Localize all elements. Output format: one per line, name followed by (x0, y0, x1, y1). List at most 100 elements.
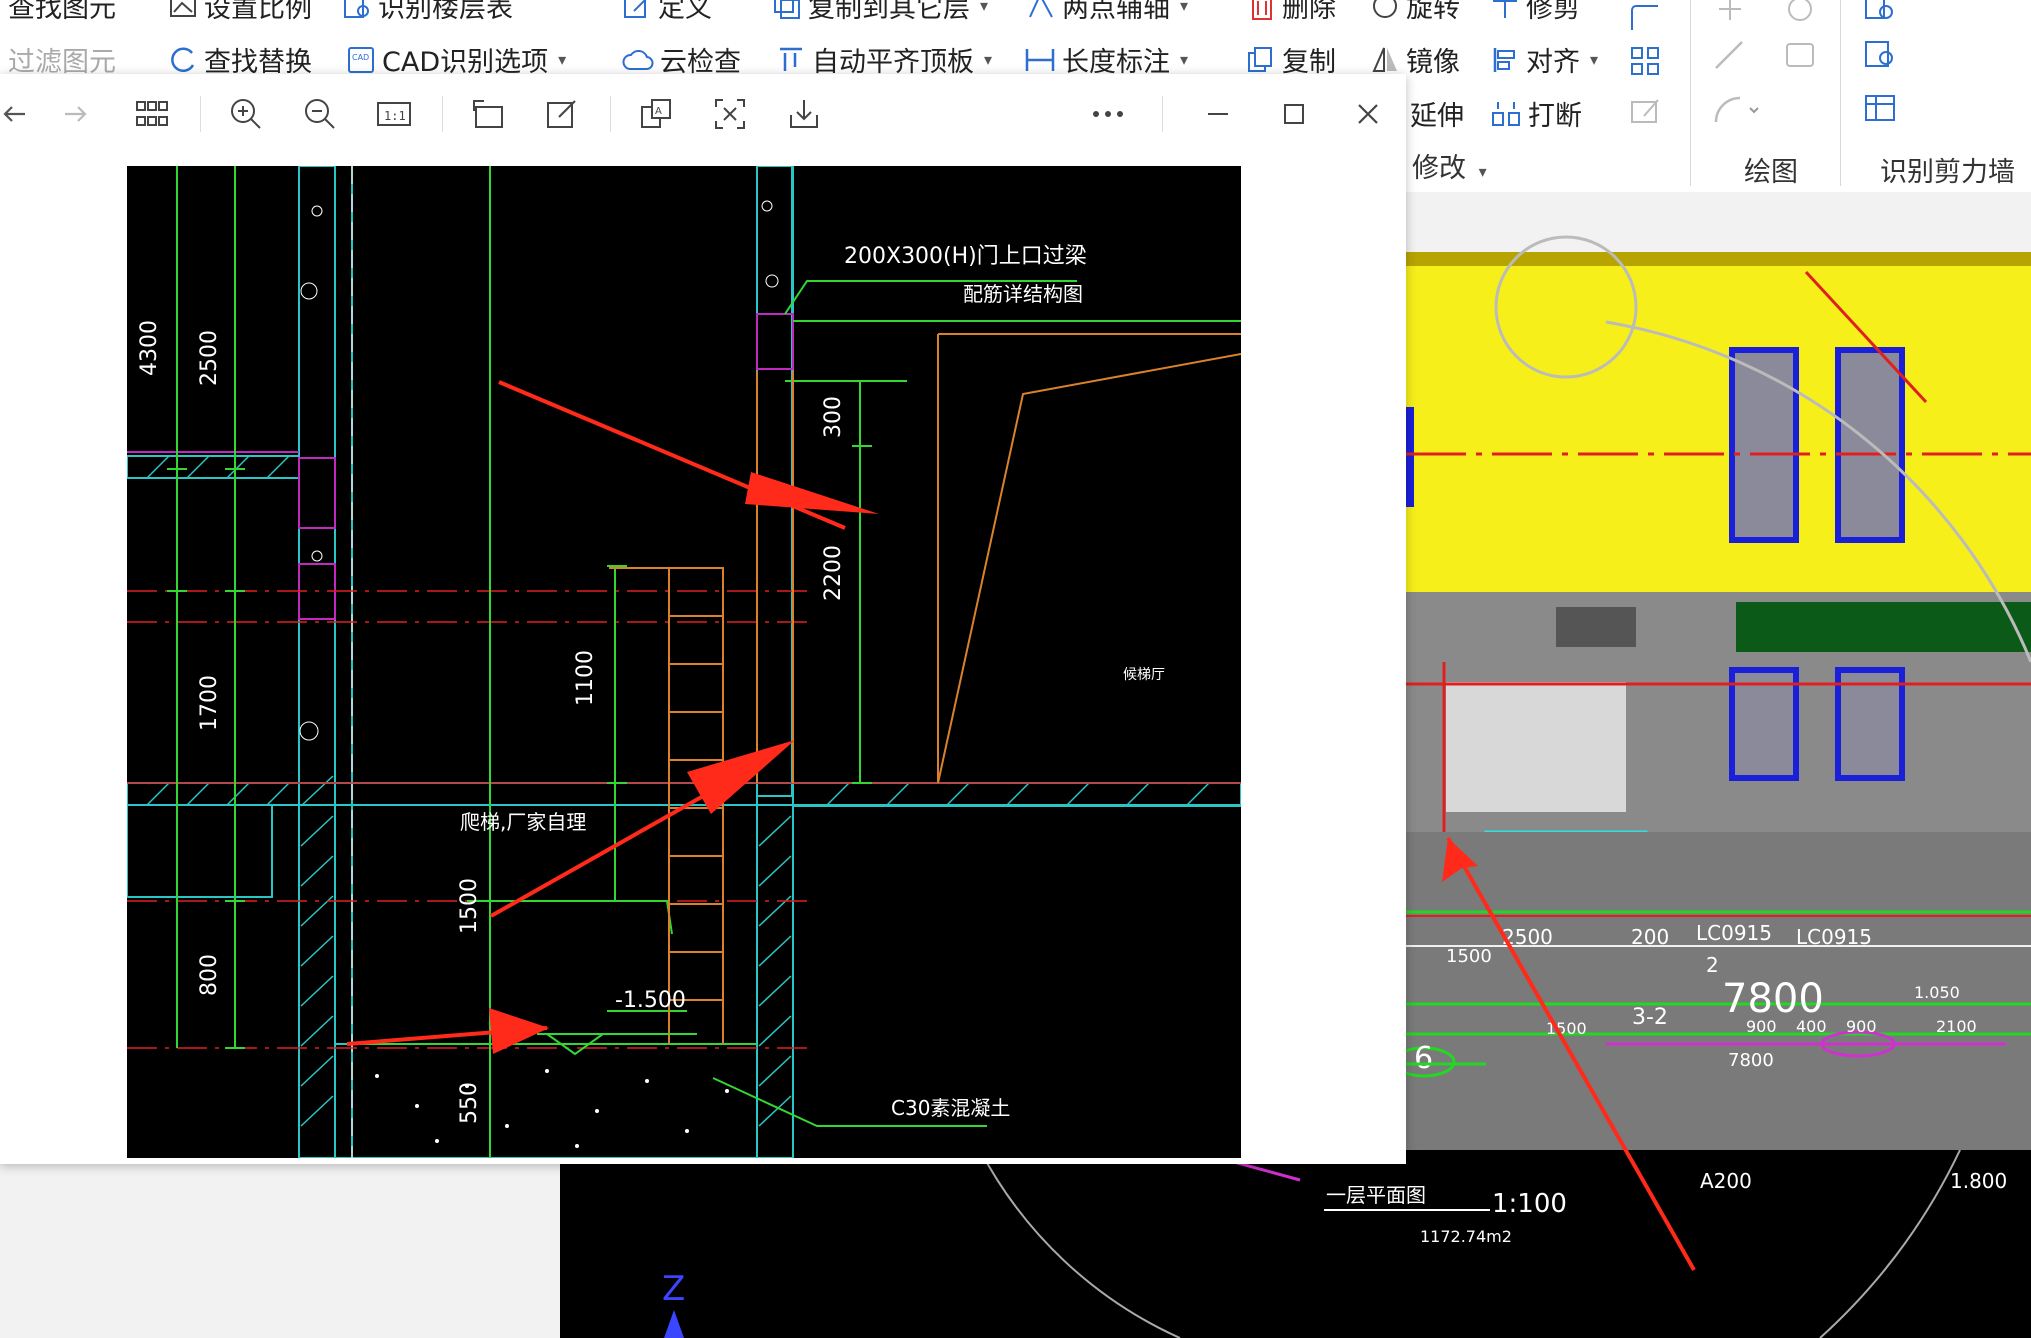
axis-number: 6 (1414, 1041, 1433, 1076)
chevron-down-icon: ▾ (1590, 50, 1599, 69)
circle-icon[interactable] (1782, 0, 1818, 24)
translate-button[interactable]: A (634, 92, 678, 136)
more-button[interactable] (1086, 92, 1130, 136)
svg-text:CAD: CAD (352, 53, 369, 62)
toolbar-separator (442, 96, 443, 132)
arc-line (1819, 1150, 1961, 1338)
wall-list-icon[interactable] (1862, 92, 1902, 126)
trim-label: 修剪 (1526, 0, 1580, 24)
group-recognize-wall-label: 识别剪力墙 (1880, 157, 2015, 188)
edit-image-button[interactable] (540, 92, 584, 136)
grid-view-button[interactable] (130, 92, 174, 136)
close-button[interactable] (1346, 92, 1390, 136)
find-element-label: 查找图元 (8, 0, 116, 24)
extend-label: 延伸 (1410, 101, 1464, 132)
grid-view-icon (136, 101, 168, 126)
z-axis-icon (664, 1310, 684, 1338)
scale-icon (170, 0, 196, 17)
copy-to-layer-button[interactable]: 复制到其它层 ▾ (772, 0, 988, 25)
viewer-toolbar: 1:1 A (0, 74, 1406, 154)
rotate-image-button[interactable] (466, 92, 510, 136)
recognize-floor-table-button[interactable]: 识别楼层表 (342, 0, 513, 25)
plan-title: 一层平面图 (1326, 1183, 1426, 1207)
window (1835, 667, 1905, 781)
rotate-image-icon (473, 100, 503, 128)
z-axis-label: Z (662, 1269, 685, 1309)
ribbon-divider (1690, 0, 1691, 186)
toolbar-separator (610, 96, 611, 132)
plan-window-tag: LC0915 (1796, 925, 1872, 949)
svg-text:1:1: 1:1 (384, 109, 406, 123)
window (1835, 347, 1905, 543)
break-icon (1492, 101, 1520, 126)
array-icon[interactable] (1628, 44, 1664, 78)
dim-550: 550 (457, 1082, 482, 1124)
minimize-icon (1208, 113, 1228, 115)
dim-2500: 2500 (197, 330, 222, 386)
copy-to-layer-label: 复制到其它层 (808, 0, 970, 24)
download-button[interactable] (782, 92, 826, 136)
align-label: 对齐 (1526, 47, 1580, 78)
close-icon (1358, 104, 1378, 124)
minimize-button[interactable] (1196, 92, 1240, 136)
plan-dim: 1.050 (1914, 983, 1960, 1002)
align-icon (1493, 47, 1515, 72)
zoom-out-button[interactable] (298, 92, 342, 136)
two-point-axis-button[interactable]: 两点辅轴 ▾ (1026, 0, 1188, 25)
plan-title-block: 一层平面图 1:100 1172.74m2 A200 1.800 Z (662, 1150, 2007, 1338)
mirror-icon (1372, 47, 1397, 72)
beam-sub-label: 配筋详结构图 (963, 282, 1083, 306)
delete-button[interactable]: 删除 (1248, 0, 1336, 25)
recognize-wall-icon[interactable] (1862, 0, 1902, 24)
back-button[interactable] (0, 92, 36, 136)
extend-button[interactable]: 延伸 (1410, 94, 1464, 133)
forward-button[interactable] (54, 92, 98, 136)
maximize-button[interactable] (1272, 92, 1316, 136)
point-icon[interactable] (1712, 0, 1748, 24)
check-wall-icon[interactable] (1862, 38, 1902, 72)
line-icon[interactable] (1712, 38, 1748, 72)
plan-dim: 7800 (1728, 1050, 1774, 1071)
offset-icon[interactable] (1628, 4, 1664, 34)
concrete-label: C30素混凝土 (891, 1096, 1011, 1120)
dim-2200: 2200 (821, 545, 846, 601)
image-viewer-window[interactable]: 1:1 A 200X300(H)门上口过梁 配筋详结构图 爬梯,厂家自理 -1.… (0, 74, 1406, 1164)
edit-icon (547, 100, 576, 128)
zoom-out-icon (305, 99, 335, 129)
cad-drawing-image[interactable]: 200X300(H)门上口过梁 配筋详结构图 爬梯,厂家自理 -1.500 C3… (127, 166, 1241, 1158)
define-label: 定义 (658, 0, 712, 24)
plan-dim: 1500 (1446, 946, 1492, 967)
two-point-axis-label: 两点辅轴 (1062, 0, 1170, 24)
elevation-label: -1.500 (615, 988, 686, 1013)
find-element-button[interactable]: 查找图元 (8, 0, 116, 25)
plan-dim: 2500 (1502, 925, 1553, 949)
forward-icon (65, 106, 87, 122)
trim-button[interactable]: 修剪 (1490, 0, 1580, 25)
define-button[interactable]: 定义 (622, 0, 712, 25)
maximize-icon (1284, 104, 1304, 124)
actual-size-icon: 1:1 (377, 102, 411, 126)
rotate-button[interactable]: 旋转 (1370, 0, 1460, 25)
align-button[interactable]: 对齐 ▾ (1490, 40, 1598, 79)
back-icon (3, 106, 25, 122)
set-scale-button[interactable]: 设置比例 (168, 0, 312, 25)
ocr-icon (715, 99, 745, 129)
arc-icon[interactable] (1712, 92, 1762, 126)
model-3d-view[interactable]: 6 2500 200 LC0915 LC0915 1500 2 7800 1.0… (1406, 192, 2031, 1152)
ocr-button[interactable] (708, 92, 752, 136)
arc-line (979, 1150, 1181, 1338)
group-modify[interactable]: 修改 ▾ (1412, 146, 1487, 185)
chevron-down-icon: ▾ (980, 0, 989, 15)
break-button[interactable]: 打断 (1490, 94, 1582, 133)
actual-size-button[interactable]: 1:1 (372, 92, 416, 136)
plan-dim: 2100 (1936, 1017, 1977, 1036)
plan-note: A200 (1700, 1169, 1752, 1193)
dim-300: 300 (821, 396, 846, 438)
cad-options-icon: CAD (348, 46, 374, 73)
rectangle-icon[interactable] (1782, 38, 1818, 72)
chevron-down-icon: ▾ (1478, 162, 1487, 181)
dim-4300: 4300 (137, 320, 162, 376)
zoom-in-button[interactable] (224, 92, 268, 136)
window (1729, 347, 1799, 543)
plan-dim: 900 (1846, 1017, 1877, 1036)
